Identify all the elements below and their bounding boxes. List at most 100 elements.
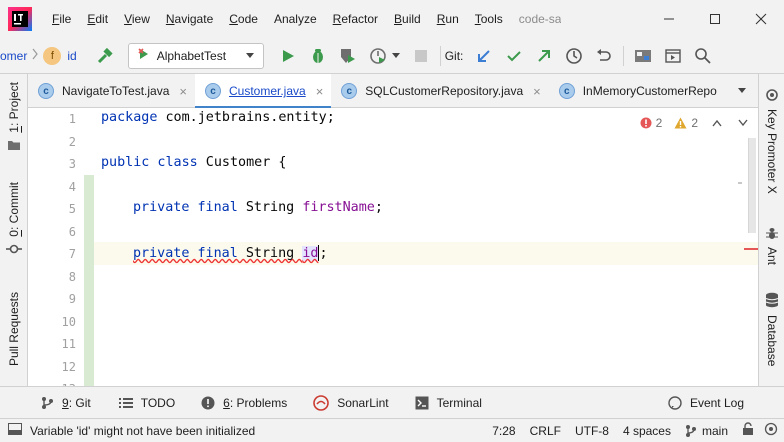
todo-tool-button[interactable]: TODO (118, 387, 175, 419)
class-icon: c (341, 83, 358, 99)
folder-icon (7, 139, 21, 154)
chevron-down-icon[interactable] (391, 49, 401, 63)
commit-icon (6, 243, 22, 257)
build-hammer-icon[interactable] (93, 44, 117, 68)
menu-file[interactable]: File (44, 0, 79, 38)
database-tool-button[interactable]: Database (759, 292, 784, 366)
project-structure-icon[interactable] (631, 44, 655, 68)
tab-customer[interactable]: c Customer.java × (194, 74, 332, 109)
git-branch-widget[interactable]: main (685, 424, 728, 438)
indent-setting[interactable]: 4 spaces (623, 424, 671, 438)
presentation-mode-icon[interactable] (661, 44, 685, 68)
inspection-widget[interactable]: 2 2 (640, 116, 748, 130)
profile-icon[interactable] (366, 44, 390, 68)
close-window-button[interactable] (738, 0, 784, 38)
code-line-7: private final String id; (133, 245, 328, 261)
status-message[interactable]: Variable 'id' might not have been initia… (8, 423, 255, 438)
sonarlint-icon (313, 394, 330, 411)
line-number: 10 (61, 315, 76, 329)
notifications-icon[interactable] (764, 422, 778, 439)
code-line-3: public class Customer { (101, 155, 287, 170)
history-icon[interactable] (562, 44, 586, 68)
event-log-tool-button[interactable]: Event Log (668, 387, 744, 419)
debug-icon[interactable] (306, 44, 330, 68)
terminal-tool-button[interactable]: Terminal (415, 387, 482, 419)
git-commit-icon[interactable] (502, 44, 526, 68)
menu-code[interactable]: Code (221, 0, 266, 38)
menu-edit[interactable]: Edit (79, 0, 116, 38)
project-tool-button[interactable]: 1: Project (0, 82, 28, 154)
file-encoding[interactable]: UTF-8 (575, 424, 609, 438)
warnings-indicator[interactable]: 2 (674, 116, 698, 130)
ant-tool-button[interactable]: Ant (759, 226, 784, 265)
menu-analyze[interactable]: Analyze (266, 0, 325, 38)
search-icon[interactable] (691, 44, 715, 68)
class-icon: c (558, 83, 575, 99)
code-editor[interactable]: 1 2 3 4 5 6 7 8 9 10 11 12 13 package co… (28, 108, 758, 386)
run-icon[interactable] (276, 44, 300, 68)
git-tool-button[interactable]: 9: Git (40, 387, 91, 419)
git-update-icon[interactable] (472, 44, 496, 68)
line-number: 8 (68, 270, 76, 284)
key-promoter-tool-button[interactable]: Key Promoter X (759, 88, 784, 194)
ant-icon (765, 226, 779, 243)
lock-icon[interactable] (742, 422, 754, 439)
chevron-down-icon[interactable] (738, 116, 748, 130)
more-tabs-icon[interactable] (727, 74, 758, 108)
commit-tool-button[interactable]: 0: Commit (0, 182, 28, 257)
project-title: code-sample (518, 12, 561, 26)
run-config-selector[interactable]: AlphabetTest (127, 42, 264, 69)
sonarlint-tool-button[interactable]: SonarLint (313, 387, 389, 419)
code-line-1: package com.jetbrains.entity; (101, 110, 335, 125)
toolbar-separator (439, 45, 441, 66)
code-line-5: private final String firstName; (133, 200, 383, 215)
vertical-scrollbar[interactable] (748, 138, 756, 233)
tab-inmemorycustomerrepo[interactable]: c InMemoryCustomerRepo (549, 74, 727, 108)
id-identifier: id (302, 246, 319, 261)
scrollbar-marker (738, 182, 742, 184)
errors-indicator[interactable]: 2 (640, 116, 662, 130)
tab-sqlcustomerrepository[interactable]: c SQLCustomerRepository.java × (331, 74, 548, 108)
intellij-logo-icon[interactable] (8, 7, 32, 31)
minimize-button[interactable] (646, 0, 692, 38)
line-number: 12 (61, 360, 76, 374)
line-number: 1 (68, 112, 76, 126)
rollback-icon[interactable] (592, 44, 616, 68)
menu-view[interactable]: View (116, 0, 158, 38)
problems-tool-button[interactable]: 6: Problems (201, 387, 287, 419)
line-number: 3 (68, 157, 76, 171)
tab-navigatetotest[interactable]: c NavigateToTest.java × (28, 74, 195, 108)
menu-build[interactable]: Build (386, 0, 429, 38)
pull-requests-tool-button[interactable]: Pull Requests (0, 292, 28, 366)
breadcrumb: omer f id (0, 38, 77, 74)
event-log-icon (668, 395, 682, 410)
line-number: 6 (68, 225, 76, 239)
menu-tools[interactable]: Tools (467, 0, 511, 38)
bottom-tool-strip: 9: Git TODO 6: Problems SonarLint Termin… (0, 386, 784, 418)
menu-navigate[interactable]: Navigate (158, 0, 221, 38)
close-icon[interactable]: × (533, 84, 541, 99)
menu-refactor[interactable]: Refactor (325, 0, 386, 38)
git-push-icon[interactable] (532, 44, 556, 68)
line-number: 4 (68, 180, 76, 194)
caret-position[interactable]: 7:28 (492, 424, 515, 438)
run-with-coverage-icon[interactable] (336, 44, 360, 68)
close-icon[interactable]: × (179, 84, 187, 99)
line-number: 11 (61, 337, 76, 351)
status-bar: Variable 'id' might not have been initia… (0, 418, 784, 442)
key-promoter-icon (765, 88, 779, 105)
maximize-button[interactable] (692, 0, 738, 38)
close-icon[interactable]: × (316, 84, 324, 99)
line-separator[interactable]: CRLF (530, 424, 561, 438)
field-icon: f (43, 46, 62, 65)
error-stripe-marker[interactable] (744, 248, 758, 250)
vcs-change-marker[interactable] (84, 175, 94, 386)
breadcrumb-class[interactable]: omer (0, 49, 27, 63)
breadcrumb-field[interactable]: id (67, 49, 76, 63)
warning-icon (674, 117, 687, 129)
menu-run[interactable]: Run (429, 0, 467, 38)
line-number: 2 (68, 135, 76, 149)
chevron-up-icon[interactable] (712, 116, 722, 130)
stop-icon[interactable] (409, 44, 433, 68)
toolbar-separator (623, 45, 625, 66)
